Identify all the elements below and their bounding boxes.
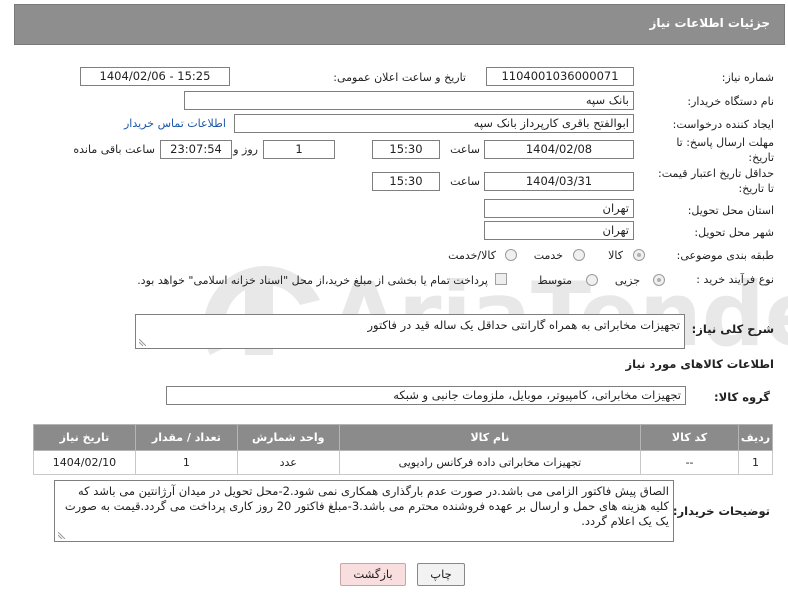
announce-label: تاریخ و ساعت اعلان عمومی: <box>333 71 466 84</box>
description-text: تجهیزات مخابراتی به همراه گارانتی حداقل … <box>367 318 680 332</box>
validity-time-field[interactable]: 15:30 <box>372 172 440 191</box>
col-goods-name: نام کالا <box>338 424 642 451</box>
process-label: نوع فرآیند خرید : <box>696 273 774 286</box>
creator-field[interactable]: ابوالفتح باقری کارپرداز بانک سپه <box>234 114 634 133</box>
process-option-medium: متوسط <box>537 274 572 287</box>
process-radio-minor[interactable] <box>653 274 665 286</box>
header-bar: جزئیات اطلاعات نیاز <box>14 4 785 45</box>
goods-table: تاریخ نیاز تعداد / مقدار واحد شمارش نام … <box>33 424 774 475</box>
col-unit: واحد شمارش <box>236 424 340 451</box>
goods-info-title: اطلاعات کالاهای مورد نیاز <box>625 357 774 371</box>
category-radio-goods-service[interactable] <box>505 249 517 261</box>
price-validity-label-1: حداقل تاریخ اعتبار قیمت: <box>658 167 774 180</box>
table-header-row: تاریخ نیاز تعداد / مقدار واحد شمارش نام … <box>33 424 774 451</box>
col-row-number: ردیف <box>737 424 774 451</box>
price-validity-label-2: تا تاریخ: <box>738 182 774 195</box>
buyer-notes-label: توضیحات خریدار: <box>672 504 770 518</box>
treasury-payment-note: پرداخت تمام یا بخشی از مبلغ خرید،از محل … <box>137 274 488 287</box>
cell-need-date: 1404/02/10 <box>33 450 136 475</box>
buyer-notes-textarea[interactable]: الصاق پیش فاکتور الزامی می باشد.در صورت … <box>54 480 674 542</box>
reply-deadline-label-2: تاریخ: <box>748 151 774 164</box>
page-title: جزئیات اطلاعات نیاز <box>649 16 770 30</box>
remaining-label: ساعت باقی مانده <box>73 143 155 156</box>
goods-group-label: گروه کالا: <box>714 390 770 404</box>
province-label: استان محل تحویل: <box>687 204 774 217</box>
days-label: روز و <box>233 143 258 156</box>
process-radio-medium[interactable] <box>586 274 598 286</box>
city-label: شهر محل تحویل: <box>694 226 774 239</box>
cell-row-number: 1 <box>737 450 774 475</box>
cell-goods-code: -- <box>640 450 739 475</box>
description-label: شرح کلی نیاز: <box>691 322 774 336</box>
province-field[interactable]: تهران <box>484 199 634 218</box>
announce-datetime-field[interactable]: 1404/02/06 - 15:25 <box>80 67 230 86</box>
remaining-time-field[interactable]: 23:07:54 <box>160 140 232 159</box>
process-option-minor: جزیی <box>614 274 640 287</box>
reply-time-label: ساعت <box>450 143 480 156</box>
description-textarea[interactable]: تجهیزات مخابراتی به همراه گارانتی حداقل … <box>135 314 685 349</box>
cell-unit: عدد <box>236 450 340 475</box>
buyer-org-label: نام دستگاه خریدار: <box>687 95 774 108</box>
print-button[interactable]: چاپ <box>417 563 465 586</box>
category-label: طبقه بندی موضوعی: <box>676 249 774 262</box>
category-option-service: خدمت <box>533 249 563 262</box>
validity-time-label: ساعت <box>450 175 480 188</box>
days-field[interactable]: 1 <box>263 140 335 159</box>
back-button[interactable]: بازگشت <box>340 563 406 586</box>
creator-label: ایجاد کننده درخواست: <box>672 118 774 131</box>
col-need-date: تاریخ نیاز <box>33 424 136 451</box>
category-option-goods-service: کالا/خدمت <box>448 249 496 262</box>
reply-time-field[interactable]: 15:30 <box>372 140 440 159</box>
category-radio-service[interactable] <box>573 249 585 261</box>
cell-quantity: 1 <box>134 450 238 475</box>
cell-goods-name: تجهیزات مخابراتی داده فرکانس رادیویی <box>338 450 642 475</box>
category-radio-goods[interactable] <box>633 249 645 261</box>
need-number-field[interactable]: 1104001036000071 <box>486 67 634 86</box>
table-row[interactable]: 1404/02/10 1 عدد تجهیزات مخابراتی داده ف… <box>33 450 774 475</box>
reply-date-field[interactable]: 1404/02/08 <box>484 140 634 159</box>
need-number-label: شماره نیاز: <box>721 71 774 84</box>
buyer-notes-text: الصاق پیش فاکتور الزامی می باشد.در صورت … <box>64 484 669 528</box>
category-option-goods: کالا <box>608 249 623 262</box>
col-quantity: تعداد / مقدار <box>134 424 238 451</box>
goods-group-field[interactable]: تجهیزات مخابراتی، کامپیوتر، موبایل، ملزو… <box>166 386 686 405</box>
contact-info-link[interactable]: اطلاعات تماس خریدار <box>124 117 226 130</box>
col-goods-code: کد کالا <box>640 424 739 451</box>
buyer-org-field[interactable]: بانک سپه <box>184 91 634 110</box>
city-field[interactable]: تهران <box>484 221 634 240</box>
reply-deadline-label-1: مهلت ارسال پاسخ: تا <box>676 136 774 149</box>
validity-date-field[interactable]: 1404/03/31 <box>484 172 634 191</box>
treasury-payment-checkbox[interactable] <box>495 273 507 285</box>
resize-handle-icon[interactable] <box>58 532 65 539</box>
resize-handle-icon[interactable] <box>139 339 146 346</box>
